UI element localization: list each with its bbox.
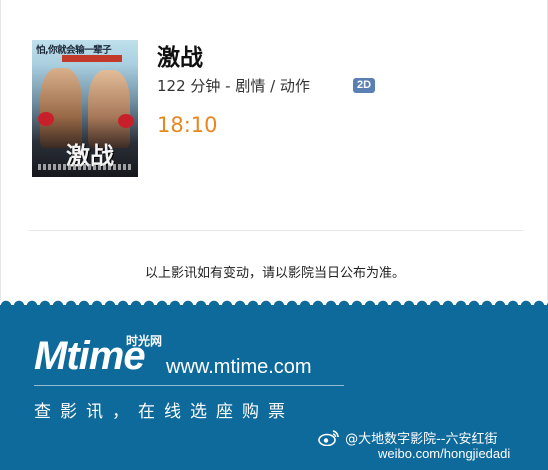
format-badge: 2D [353, 78, 376, 93]
mtime-url[interactable]: www.mtime.com [166, 356, 312, 379]
poster-date-strip [62, 55, 122, 62]
boxing-glove-icon [38, 112, 54, 126]
schedule-notice: 以上影讯如有变动，请以影院当日公布为准。 [144, 266, 405, 281]
footer-rule [34, 385, 344, 386]
weibo-handle: @大地数字影院--六安红街 [345, 432, 498, 447]
movie-title[interactable]: 激战 [157, 38, 203, 72]
footer-slogan: 查影讯，在线选座购票 [34, 402, 294, 422]
divider [29, 230, 523, 231]
boxing-glove-icon [118, 114, 134, 128]
weibo-url: weibo.com/hongjiedadi [378, 446, 511, 461]
weibo-icon [318, 430, 339, 446]
movie-poster[interactable]: 怕,你就会输一辈子 激战 [32, 40, 138, 177]
movie-card: 怕,你就会输一辈子 激战 激战 122 分钟 - 剧情 / 动作 2D 18:1… [0, 0, 548, 300]
scalloped-edge [0, 297, 548, 311]
poster-credits [38, 164, 132, 170]
movie-meta: 122 分钟 - 剧情 / 动作 [157, 77, 310, 95]
poster-tagline: 怕,你就会输一辈子 [36, 45, 112, 56]
weibo-watermark: @大地数字影院--六安红街 [318, 427, 498, 447]
showtime[interactable]: 18:10 [157, 113, 218, 137]
mtime-logo-cn: 时光网 [126, 334, 163, 348]
